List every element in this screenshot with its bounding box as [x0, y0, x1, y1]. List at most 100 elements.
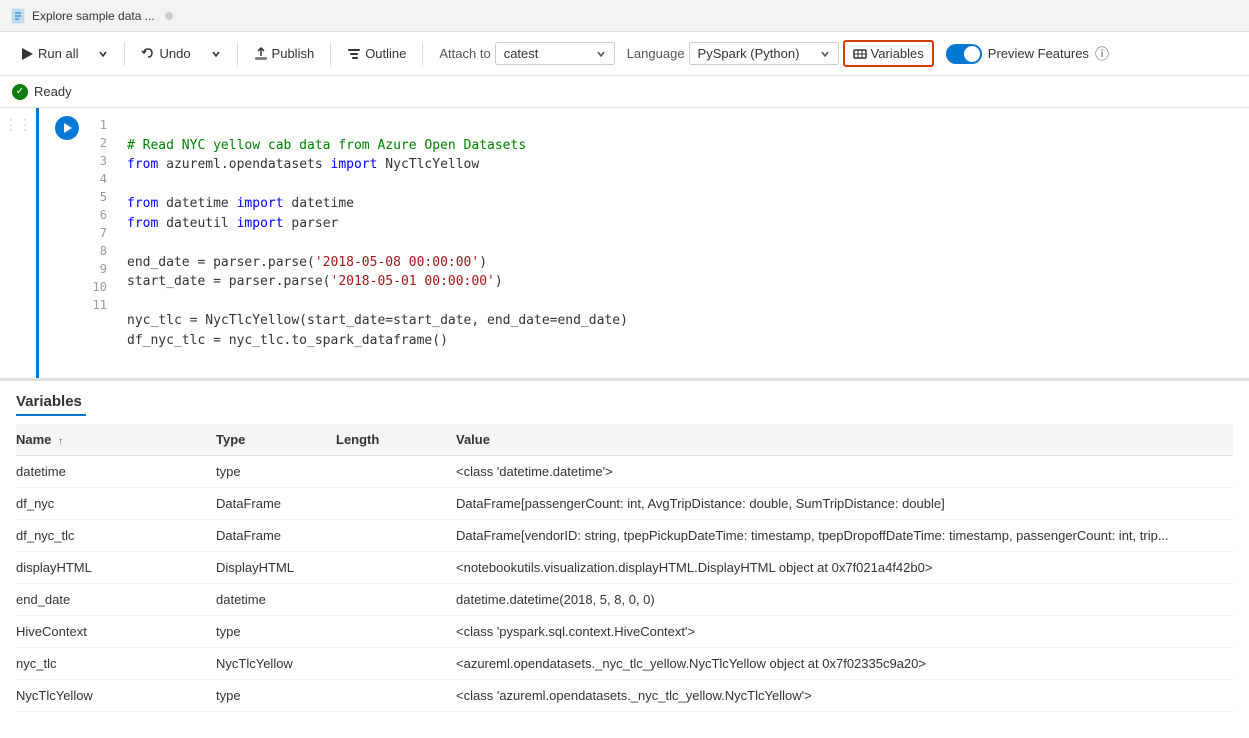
chevron-down-icon-2	[211, 49, 221, 59]
cell-name: end_date	[16, 583, 216, 615]
cell-value: <azureml.opendatasets._nyc_tlc_yellow.Ny…	[456, 647, 1233, 679]
status-bar: ✓ Ready	[0, 76, 1249, 108]
table-row: displayHTMLDisplayHTML <notebookutils.vis…	[16, 551, 1233, 583]
language-value: PySpark (Python)	[698, 46, 800, 61]
undo-icon	[141, 47, 155, 61]
window-title: Explore sample data ...	[32, 9, 155, 23]
publish-label: Publish	[272, 46, 315, 61]
table-row: df_nycDataFrame DataFrame[passengerCount:…	[16, 487, 1233, 519]
cell-type: DataFrame	[216, 519, 336, 551]
cell-type: DisplayHTML	[216, 551, 336, 583]
undo-button[interactable]: Undo	[133, 42, 198, 65]
separator-3	[330, 42, 331, 66]
cell-value: <class 'pyspark.sql.context.HiveContext'…	[456, 615, 1233, 647]
cell-value: <notebookutils.visualization.displayHTML…	[456, 551, 1233, 583]
cell-name: df_nyc_tlc	[16, 519, 216, 551]
code-section: ⋮⋮ 1234567891011 # Read NYC yellow cab d…	[0, 108, 1249, 381]
table-row: datetimetype <class 'datetime.datetime'>	[16, 455, 1233, 487]
cell-length	[336, 679, 456, 711]
cell-value: <class 'azureml.opendatasets._nyc_tlc_ye…	[456, 679, 1233, 711]
separator-1	[124, 42, 125, 66]
col-header-type[interactable]: Type	[216, 424, 336, 456]
cell-length	[336, 519, 456, 551]
cell-length	[336, 487, 456, 519]
cell-type: type	[216, 679, 336, 711]
separator-4	[422, 42, 423, 66]
cell-length	[336, 583, 456, 615]
drag-handle[interactable]: ⋮⋮	[0, 108, 36, 141]
attach-label: Attach to	[439, 46, 490, 61]
outline-button[interactable]: Outline	[339, 42, 414, 65]
cell-name: datetime	[16, 455, 216, 487]
undo-label: Undo	[159, 46, 190, 61]
chevron-down-icon-4	[820, 49, 830, 59]
cell-active-bar	[36, 108, 39, 378]
attach-value: catest	[504, 46, 539, 61]
table-row: NycTlcYellowtype <class 'azureml.opendata…	[16, 679, 1233, 711]
variables-icon	[853, 47, 867, 61]
cell-name: NycTlcYellow	[16, 679, 216, 711]
variables-title: Variables	[16, 381, 1233, 414]
undo-dropdown-button[interactable]	[203, 45, 229, 63]
chevron-down-icon-3	[596, 49, 606, 59]
language-dropdown[interactable]: PySpark (Python)	[689, 42, 839, 65]
toolbar: Run all Undo Publish	[0, 32, 1249, 76]
col-header-length[interactable]: Length	[336, 424, 456, 456]
run-dropdown-button[interactable]	[90, 45, 116, 63]
language-label: Language	[627, 46, 685, 61]
cell-name: df_nyc	[16, 487, 216, 519]
unsaved-indicator	[165, 12, 173, 20]
cell-value: DataFrame[passengerCount: int, AvgTripDi…	[456, 487, 1233, 519]
preview-toggle[interactable]	[946, 44, 982, 64]
cell-name: displayHTML	[16, 551, 216, 583]
separator-2	[237, 42, 238, 66]
title-bar: Explore sample data ...	[0, 0, 1249, 32]
col-header-name[interactable]: Name ↑	[16, 424, 216, 456]
line-numbers: 1234567891011	[85, 108, 115, 322]
variables-section: Variables Name ↑ Type Length Value	[0, 381, 1249, 738]
cell-type: type	[216, 455, 336, 487]
cell-type: type	[216, 615, 336, 647]
variables-underline	[16, 414, 86, 416]
cell-length	[336, 647, 456, 679]
cell-length	[336, 551, 456, 583]
run-icon	[20, 47, 34, 61]
run-all-button[interactable]: Run all	[12, 42, 86, 65]
cell-length	[336, 455, 456, 487]
status-icon: ✓	[12, 84, 28, 100]
outline-icon	[347, 47, 361, 61]
status-ready: ✓ Ready	[12, 84, 72, 100]
cell-type: DataFrame	[216, 487, 336, 519]
info-icon: ⓘ	[1095, 44, 1109, 64]
main-area: ⋮⋮ 1234567891011 # Read NYC yellow cab d…	[0, 108, 1249, 738]
cell-type: datetime	[216, 583, 336, 615]
cell-name: nyc_tlc	[16, 647, 216, 679]
chevron-down-icon	[98, 49, 108, 59]
cell-name: HiveContext	[16, 615, 216, 647]
variables-table: Name ↑ Type Length Value datetimetype<cl…	[16, 424, 1233, 712]
cell-value: DataFrame[vendorID: string, tpepPickupDa…	[456, 519, 1233, 551]
notebook-icon	[10, 8, 26, 24]
cell-run-button[interactable]	[55, 116, 79, 140]
col-header-value[interactable]: Value	[456, 424, 1233, 456]
cell-length	[336, 615, 456, 647]
run-all-label: Run all	[38, 46, 78, 61]
sort-arrow: ↑	[58, 436, 63, 447]
outline-label: Outline	[365, 46, 406, 61]
preview-toggle-container: Preview Features ⓘ	[946, 44, 1109, 64]
table-row: end_datedatetime datetime.datetime(2018, …	[16, 583, 1233, 615]
variables-header: Name ↑ Type Length Value	[16, 424, 1233, 456]
table-row: df_nyc_tlcDataFrame DataFrame[vendorID: s…	[16, 519, 1233, 551]
cell-value: <class 'datetime.datetime'>	[456, 455, 1233, 487]
variables-button[interactable]: Variables	[843, 40, 934, 67]
cell-type: NycTlcYellow	[216, 647, 336, 679]
table-row: HiveContexttype <class 'pyspark.sql.conte…	[16, 615, 1233, 647]
cell-value: datetime.datetime(2018, 5, 8, 0, 0)	[456, 583, 1233, 615]
cell-gutter	[39, 108, 85, 140]
table-row: nyc_tlcNycTlcYellow <azureml.opendatasets…	[16, 647, 1233, 679]
variables-body: datetimetype<class 'datetime.datetime'>d…	[16, 455, 1233, 711]
code-content[interactable]: # Read NYC yellow cab data from Azure Op…	[115, 108, 1249, 378]
publish-button[interactable]: Publish	[246, 42, 323, 65]
publish-icon	[254, 47, 268, 61]
attach-dropdown[interactable]: catest	[495, 42, 615, 65]
